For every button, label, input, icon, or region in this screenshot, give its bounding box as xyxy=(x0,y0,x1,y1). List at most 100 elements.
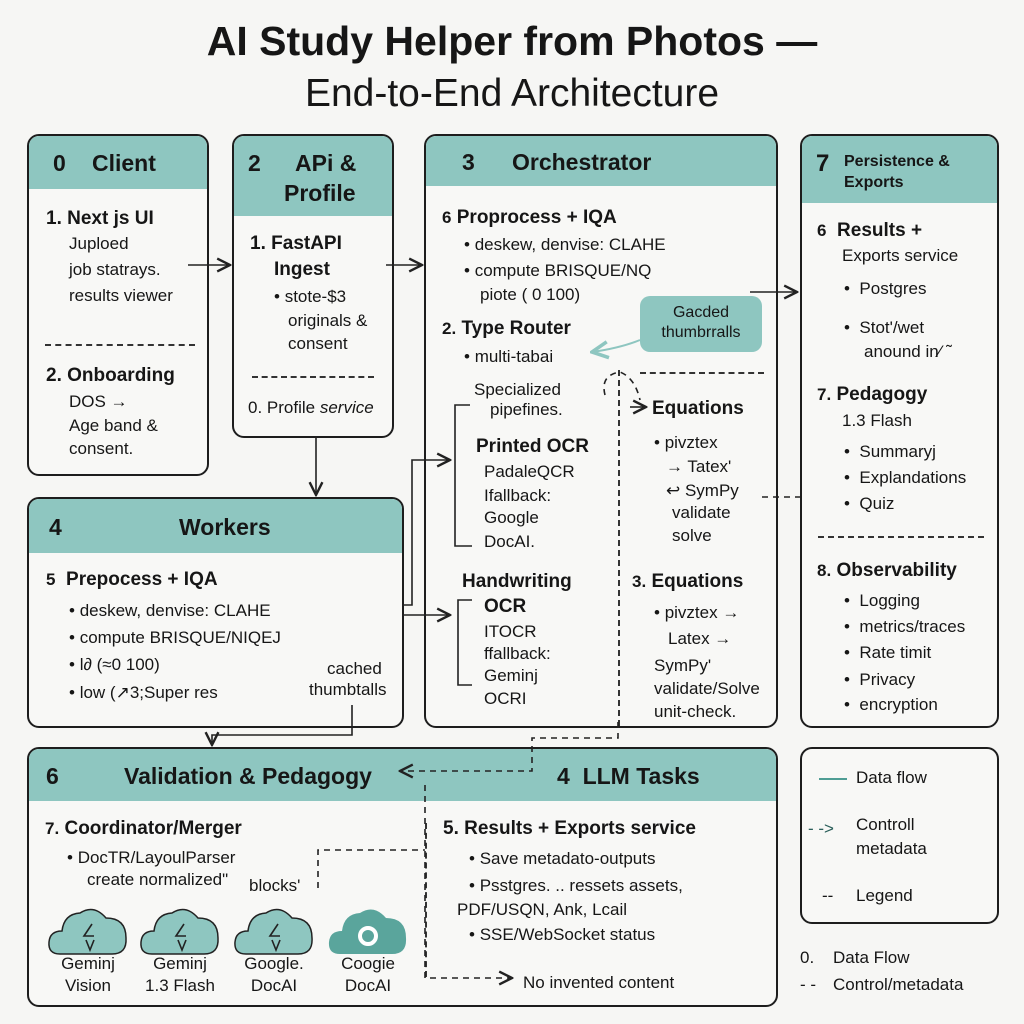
bullet: DocTR/LayoulParser xyxy=(77,848,236,867)
text-line: PadaleQCR xyxy=(484,462,575,481)
text-line: ITOCR xyxy=(484,622,537,641)
api-title: Profile xyxy=(284,180,356,206)
orchestrator-num: 3 xyxy=(462,149,475,175)
divider xyxy=(818,536,984,538)
section-title: Pedagogy xyxy=(836,384,928,405)
bullet: encryption xyxy=(859,695,938,714)
service-name: DocAI xyxy=(344,976,392,995)
section-num: 3. xyxy=(632,572,647,591)
divider xyxy=(45,344,195,346)
client-num: 0 xyxy=(53,150,66,176)
badge-text: Gacded xyxy=(672,304,730,321)
text-line: piote ( 0 100) xyxy=(480,285,581,304)
orchestrator-box: 3 Orchestrator 6 Proprocess + IQA • desk… xyxy=(424,134,778,728)
service-name: Geminj xyxy=(61,954,115,973)
bullet: pivztex xyxy=(664,433,718,452)
dashed-line-icon: -- xyxy=(822,886,834,905)
llm-tasks-title: 4 LLM Tasks xyxy=(557,763,700,789)
bullet: Summaryj xyxy=(859,442,936,461)
divider xyxy=(618,370,620,726)
handwriting-ocr-title: Handwriting xyxy=(462,571,572,592)
text-line: OCRI xyxy=(484,689,527,708)
service-name: 1.3 Flash xyxy=(145,976,215,995)
dashed-arrow-icon: - -> xyxy=(808,819,834,838)
text-line: ↩ SymPy xyxy=(666,481,739,500)
diagram-subtitle: End-to-End Architecture xyxy=(304,72,720,115)
text-line: DOS → xyxy=(69,392,128,411)
workers-box: 4 Workers 5 Prepocess + IQA • deskew, de… xyxy=(27,497,404,728)
text-line: cached xyxy=(327,659,382,678)
text-line: Exports service xyxy=(842,246,959,265)
persistence-num: 7 xyxy=(816,150,830,177)
section-title: FastAPI xyxy=(271,233,342,254)
text-line: consent xyxy=(288,334,348,353)
bullet: deskew, denvise: CLAHE xyxy=(474,235,666,254)
bullet: Privacy xyxy=(859,670,916,689)
section-title: Observability xyxy=(836,560,957,581)
service-name: Vision xyxy=(65,976,111,995)
bullet: Logging xyxy=(859,591,920,610)
section-num: 6 xyxy=(442,208,452,227)
text-line: Geminj xyxy=(484,666,538,685)
service-label: Geminj 1.3 Flash xyxy=(135,953,225,997)
text-line: Juploed xyxy=(69,234,129,253)
workers-num: 4 xyxy=(49,514,62,540)
section-title: Onboarding xyxy=(67,365,175,386)
section-num: 5. xyxy=(443,818,459,839)
cached-thumbnails-badge: Gacded thumbrralls xyxy=(640,296,762,352)
orchestrator-title: Orchestrator xyxy=(512,149,652,175)
legend-label: Controll xyxy=(856,815,915,834)
bullet: Save metadato-outputs xyxy=(479,849,656,868)
bullet: metrics/traces xyxy=(859,617,966,636)
service-name: Google. xyxy=(244,954,304,973)
divider xyxy=(640,372,764,374)
solid-line-icon xyxy=(819,778,847,780)
text-line: validate xyxy=(672,503,731,522)
section-title: Results + xyxy=(837,220,923,241)
section-num: 5 xyxy=(46,570,56,589)
cloud-icon xyxy=(48,908,127,955)
divider xyxy=(425,823,427,977)
text-line: create normalized" xyxy=(87,870,229,889)
text-line: results viewer xyxy=(69,286,173,305)
bullet: Explandations xyxy=(859,468,967,487)
text-line: PDF/USQN, Ank, Lcail xyxy=(457,900,628,919)
persistence-title: Exports xyxy=(844,174,904,191)
api-num: 2 xyxy=(248,150,261,176)
text-line: unit-check. xyxy=(654,702,737,721)
legend-label: Data flow xyxy=(856,768,927,787)
legend-label: metadata xyxy=(856,839,927,858)
text-line: validate/Solve xyxy=(654,679,760,698)
cloud-icon xyxy=(140,908,219,955)
text-line: job statrays. xyxy=(69,260,161,279)
section-num: 1. xyxy=(250,233,266,254)
legend-symbol: 0. xyxy=(800,948,815,967)
text-line: blocks' xyxy=(249,876,301,895)
text-line: 1.3 Flash xyxy=(842,411,912,430)
text-line: SymPy' xyxy=(654,656,712,675)
section-num: 6 xyxy=(817,221,827,240)
diagram-title: AI Study Helper from Photos — xyxy=(206,18,818,64)
bullet: pivztex → xyxy=(664,603,740,622)
bullet: deskew, denvise: CLAHE xyxy=(79,601,271,620)
section-title: Next js UI xyxy=(67,208,154,229)
text-line: Latex → xyxy=(668,629,732,648)
bullet: Quiz xyxy=(859,494,895,513)
text-line: consent. xyxy=(69,439,134,458)
legend-box: Data flow - -> Controll metadata -- Lege… xyxy=(800,747,999,924)
bullet: multi-tabai xyxy=(474,347,554,366)
section-title: Ingest xyxy=(274,259,330,280)
text-line: thumbtalls xyxy=(309,680,387,699)
bullet: SSE/WebSocket status xyxy=(479,925,656,944)
text-line: pipefines. xyxy=(490,400,563,419)
text-line: anound in⁄ ˜ xyxy=(864,342,952,361)
service-name: Geminj xyxy=(153,954,207,973)
text-line: Specialized xyxy=(474,380,561,399)
service-name: DocAI xyxy=(250,976,298,995)
persistence-title: Persistence & xyxy=(844,153,950,170)
handwriting-ocr-title: OCR xyxy=(484,596,527,617)
api-title: APi & xyxy=(295,150,357,176)
service-label: Geminj Vision xyxy=(43,953,133,997)
section-title: Type Router xyxy=(461,318,571,339)
section-title: Results + Exports service xyxy=(464,818,696,839)
